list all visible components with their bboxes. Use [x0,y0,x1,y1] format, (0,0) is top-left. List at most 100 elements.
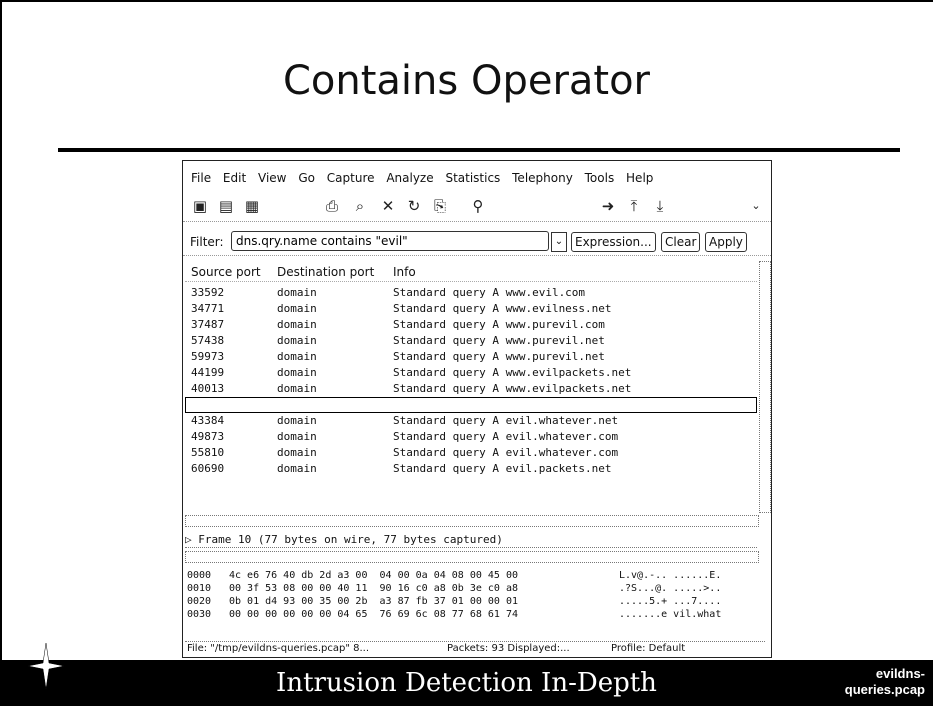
column-header-source-port[interactable]: Source port [191,265,261,279]
info: Standard query A evil.whatever.com [393,430,619,443]
find-packet-icon[interactable]: ⌕ [351,197,369,215]
expression-button[interactable]: Expression... [571,232,656,252]
packet-row[interactable]: 60690 domain Standard query A evil.packets… [185,461,757,477]
destination-port: domain [277,414,317,427]
destination-port: domain [277,382,317,395]
packet-row[interactable]: 40013 domain Standard query A www.evilpack… [185,381,757,397]
menu-go[interactable]: Go [298,171,315,185]
title-rule [58,148,900,152]
source-port: 33592 [191,286,225,299]
info: Standard query A www.evilpackets.net [393,382,632,395]
packet-row[interactable]: 49873 domain Standard query A evil.whateve… [185,429,757,445]
last-packet-icon[interactable]: ⤓ [651,197,669,215]
reload-icon[interactable]: ↻ [405,197,423,215]
menu-edit[interactable]: Edit [223,171,246,185]
source-port: 37487 [191,318,225,331]
menu-statistics[interactable]: Statistics [445,171,500,185]
menu-view[interactable]: View [258,171,286,185]
filter-dropdown-icon[interactable]: ⌄ [551,232,567,252]
packet-row[interactable]: 43384 domain Standard query A evil.whateve… [185,413,757,429]
menu-telephony[interactable]: Telephony [512,171,573,185]
hex-offset: 0020 [187,596,212,607]
column-header-destination-port[interactable]: Destination port [277,265,374,279]
packet-list-scrollbar[interactable] [759,261,771,513]
print-preview-icon[interactable]: ⎘ [431,197,449,215]
footer-file-line1: evildns- [875,666,925,681]
packet-row[interactable]: 59973 domain Standard query A www.purevil.… [185,349,757,365]
info: Standard query A www.evil.com [393,286,586,299]
status-profile[interactable]: Profile: Default [611,643,685,654]
menu-bar: File Edit View Go Capture Analyze Statis… [183,171,771,191]
packet-row[interactable]: 55810 domain Standard query A evil.whateve… [185,445,757,461]
hex-bytes: 00 00 00 00 00 00 04 65 76 69 6c 08 77 6… [229,609,518,620]
packet-list-horizontal-scrollbar[interactable] [185,515,759,527]
filter-bar: Filter: ⌄ Expression... Clear Apply [183,229,771,256]
footer-file-line2: queries.pcap [844,682,925,697]
menu-analyze[interactable]: Analyze [386,171,433,185]
apply-button[interactable]: Apply [705,232,747,252]
packet-row[interactable]: 37487 domain Standard query A www.purevil.… [185,317,757,333]
info: Standard query A www.evilpackets.net [393,366,632,379]
info: Standard query A www.purevil.com [393,318,605,331]
source-port: 57438 [191,334,225,347]
column-headers: Source port Destination port Info [185,265,757,282]
hex-offset: 0010 [187,583,212,594]
packet-row[interactable]: 57438 domain Standard query A www.purevil.… [185,333,757,349]
info: Standard query A www.evilness.net [393,302,612,315]
packet-list: Source port Destination port Info 33592 d… [185,261,757,513]
details-horizontal-scrollbar[interactable] [185,551,759,563]
footer-file-label: evildns- queries.pcap [845,666,925,698]
footer-title: Intrusion Detection In-Depth [276,668,657,698]
info: Standard query A evil.whatever.com [393,446,619,459]
hex-offset: 0030 [187,609,212,620]
info: Standard query A www.purevil.net [393,334,605,347]
hex-offset: 0000 [187,570,212,581]
toolbar: ▣ ▤ ▦ ⎙ ⌕ ✕ ↻ ⎘ ⚲ ➜ ⤒ ⤓ ⌄ [183,193,771,222]
packet-row[interactable]: 44199 domain Standard query A www.evilpack… [185,365,757,381]
hex-ascii: .....5.+ ...7.... [619,596,722,607]
hex-bytes: 00 3f 53 08 00 00 40 11 90 16 c0 a8 0b 3… [229,583,518,594]
menu-tools[interactable]: Tools [585,171,615,185]
close-icon[interactable]: ✕ [379,197,397,215]
hex-bytes: 0b 01 d4 93 00 35 00 2b a3 87 fb 37 01 0… [229,596,518,607]
menu-file[interactable]: File [191,171,211,185]
packet-row[interactable]: 34771 domain Standard query A www.evilness… [185,301,757,317]
close-file-icon[interactable]: ▦ [243,197,261,215]
filter-input[interactable] [231,231,549,251]
first-packet-icon[interactable]: ⤒ [625,197,643,215]
hex-row: 0000 4c e6 76 40 db 2d a3 00 04 00 0a 04 … [185,569,757,582]
slide-footer: Intrusion Detection In-Depth evildns- qu… [0,660,933,706]
destination-port: domain [277,446,317,459]
packet-row[interactable]: 33592 domain Standard query A www.evil.com [185,285,757,301]
top-border [0,0,933,2]
info: Standard query A evil.whatever.net [393,414,619,427]
print-icon[interactable]: ⎙ [323,197,341,215]
filter-label: Filter: [190,235,224,249]
hex-row: 0020 0b 01 d4 93 00 35 00 2b a3 87 fb 37 … [185,595,757,608]
hex-ascii: L.v@.-.. ......E. [619,570,722,581]
source-port: 60690 [191,462,225,475]
info: Standard query A evil.packets.net [393,462,612,475]
open-file-icon[interactable]: ▣ [191,197,209,215]
source-port: 44199 [191,366,225,379]
status-file: File: "/tmp/evildns-queries.pcap" 8... [187,643,370,654]
hex-row: 0030 00 00 00 00 00 00 04 65 76 69 6c 08 … [185,608,757,621]
destination-port: domain [277,366,317,379]
packet-details-row[interactable]: ▷ Frame 10 (77 bytes on wire, 77 bytes c… [185,533,757,548]
wireshark-window: File Edit View Go Capture Analyze Statis… [182,160,772,658]
search-icon[interactable]: ⚲ [469,197,487,215]
destination-port: domain [277,334,317,347]
menu-capture[interactable]: Capture [327,171,375,185]
clear-button[interactable]: Clear [661,232,701,252]
chevron-down-icon[interactable]: ⌄ [747,197,765,215]
status-bar: File: "/tmp/evildns-queries.pcap" 8... P… [185,641,765,656]
menu-help[interactable]: Help [626,171,653,185]
save-file-icon[interactable]: ▤ [217,197,235,215]
hex-bytes: 4c e6 76 40 db 2d a3 00 04 00 0a 04 08 0… [229,570,518,581]
go-to-packet-icon[interactable]: ➜ [599,197,617,215]
source-port: 43384 [191,414,225,427]
column-header-info[interactable]: Info [393,265,416,279]
info: Standard query A www.purevil.net [393,350,605,363]
packet-row-selected[interactable] [185,397,757,413]
star-logo-icon [28,643,64,689]
